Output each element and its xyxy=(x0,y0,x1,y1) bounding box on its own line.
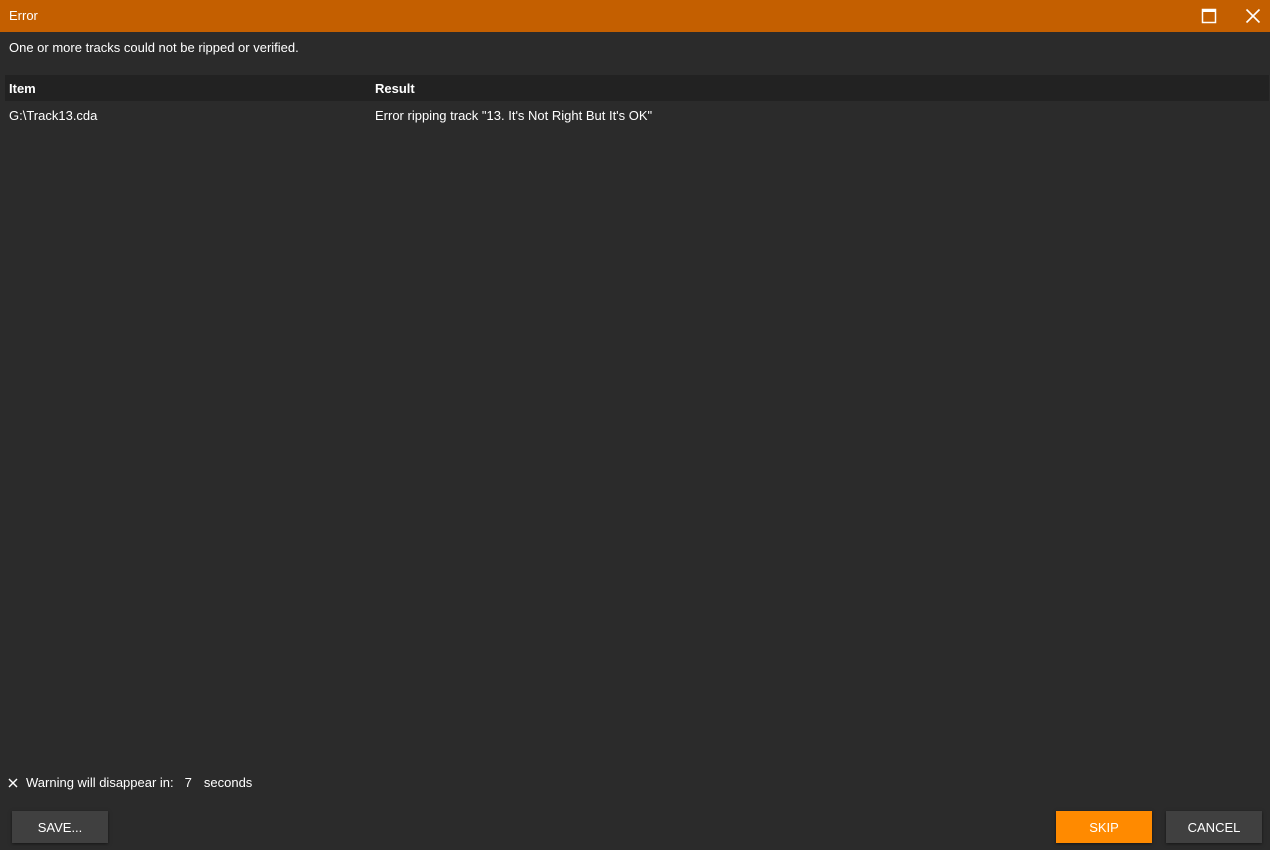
save-button[interactable]: SAVE... xyxy=(12,811,108,843)
cell-item: G:\Track13.cda xyxy=(9,108,98,123)
table-header: Item Result xyxy=(5,75,1269,101)
window-title: Error xyxy=(9,8,38,23)
skip-button[interactable]: SKIP xyxy=(1056,811,1152,843)
table-row[interactable]: G:\Track13.cda Error ripping track "13. … xyxy=(5,101,1269,129)
dismiss-warning-icon xyxy=(8,778,18,788)
countdown-unit: seconds xyxy=(203,774,253,790)
maximize-icon xyxy=(1201,8,1217,24)
error-message: One or more tracks could not be ripped o… xyxy=(9,40,299,55)
column-header-result[interactable]: Result xyxy=(375,81,415,96)
warning-countdown: Warning will disappear in: 7 seconds xyxy=(7,774,252,790)
dismiss-warning-button[interactable] xyxy=(7,777,19,789)
countdown-prefix: Warning will disappear in: xyxy=(26,774,174,790)
maximize-button[interactable] xyxy=(1189,0,1229,32)
close-button[interactable] xyxy=(1233,0,1270,32)
close-icon xyxy=(1245,8,1261,24)
cell-result: Error ripping track "13. It's Not Right … xyxy=(375,108,653,123)
column-header-item[interactable]: Item xyxy=(9,81,36,96)
cancel-button[interactable]: CANCEL xyxy=(1166,811,1262,843)
countdown-value: 7 xyxy=(184,774,192,790)
error-dialog: Error One or more tracks could not be ri… xyxy=(0,0,1270,850)
title-bar[interactable]: Error xyxy=(0,0,1270,32)
results-table: Item Result G:\Track13.cda Error ripping… xyxy=(5,75,1269,129)
